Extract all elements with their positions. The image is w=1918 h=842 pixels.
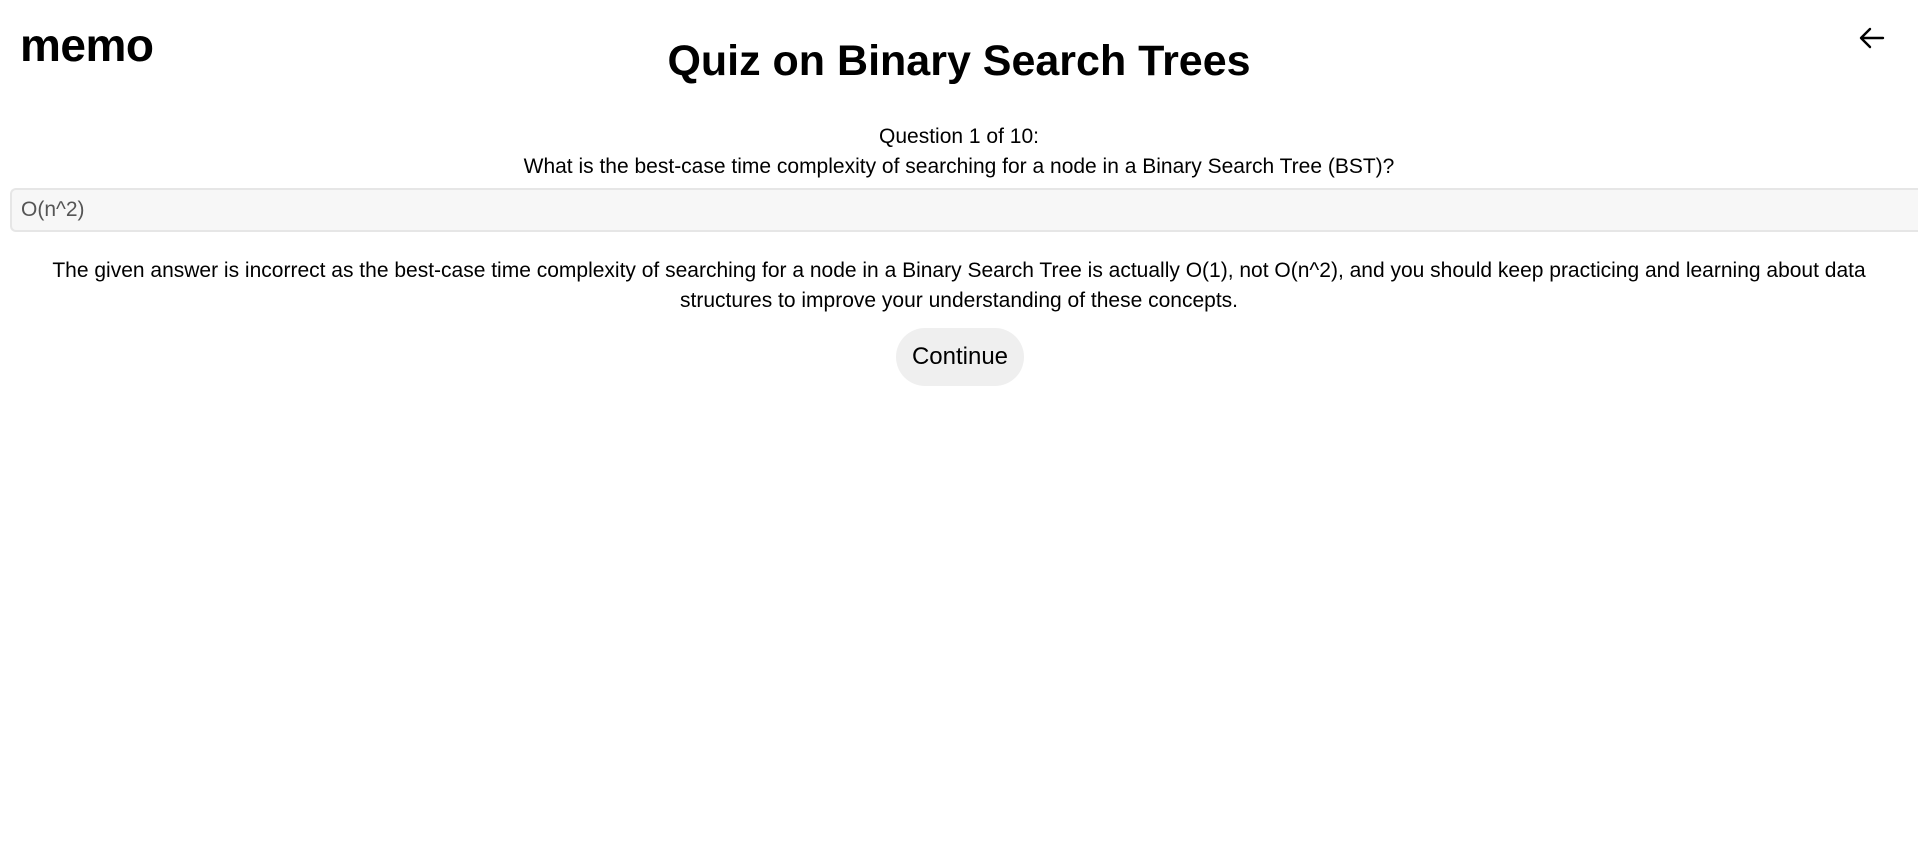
feedback-text: The given answer is incorrect as the bes… [52, 259, 1866, 312]
question-text: What is the best-case time complexity of… [523, 155, 1395, 178]
question-block: Question 1 of 10: What is the best-case … [0, 122, 1918, 182]
question-progress: Question 1 of 10: [879, 125, 1039, 148]
continue-button[interactable]: Continue [896, 328, 1024, 386]
answer-field[interactable]: O(n^2) [10, 188, 1918, 232]
page-title: Quiz on Binary Search Trees [667, 37, 1251, 85]
quiz-page: memo Quiz on Binary Search Trees Questio… [0, 0, 1918, 842]
